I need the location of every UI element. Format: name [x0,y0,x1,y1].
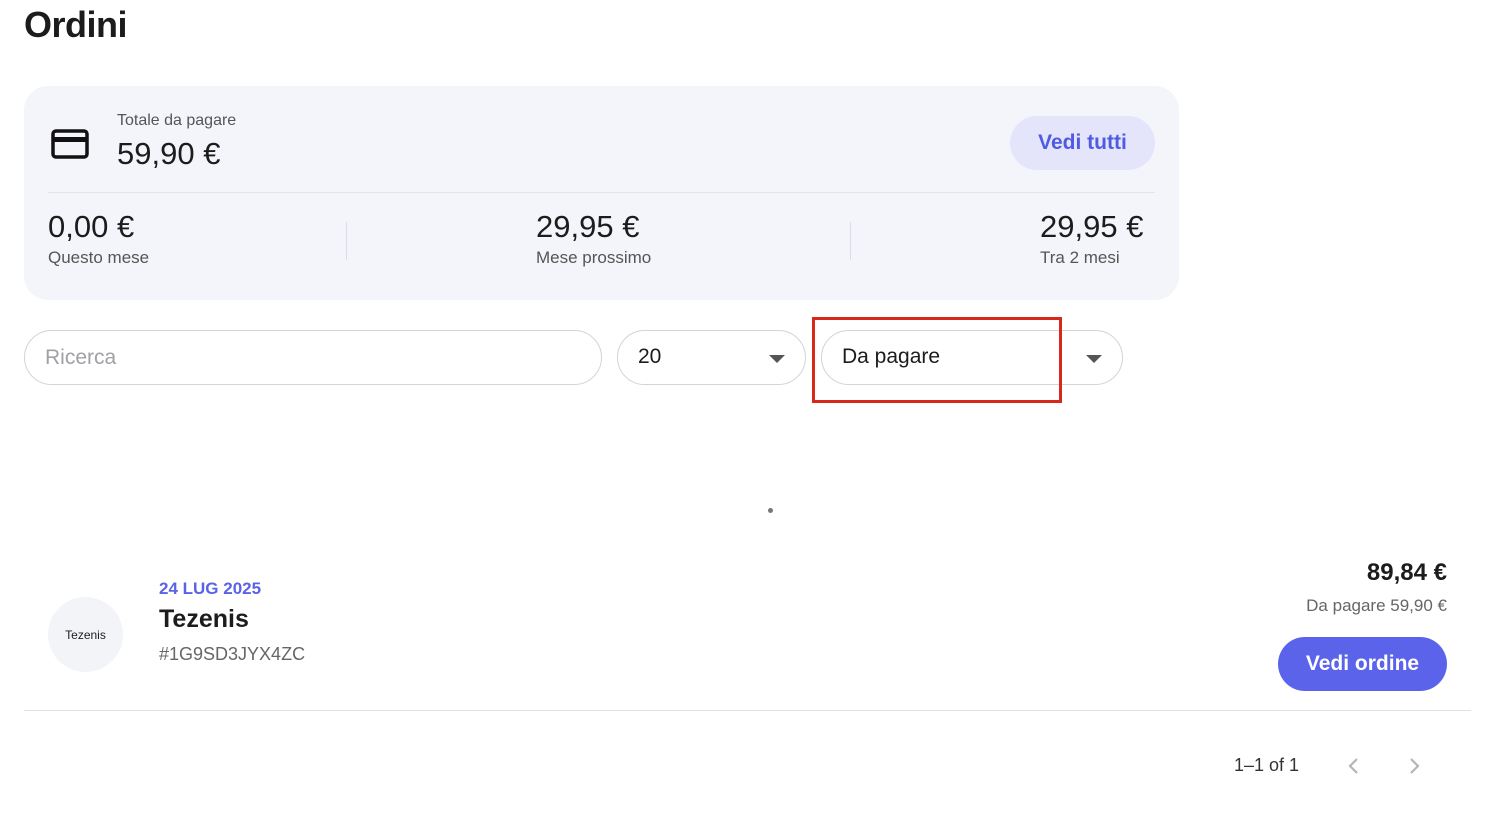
stat-next-month: 29,95 € Mese prossimo [536,209,652,268]
page-title: Ordini [24,4,128,45]
order-row: Tezenis 24 LUG 2025 Tezenis #1G9SD3JYX4Z… [24,545,1471,711]
stat-value: 29,95 € [536,209,640,244]
view-all-button[interactable]: Vedi tutti [1010,116,1155,170]
chevron-down-icon [1086,355,1102,363]
stat-value: 0,00 € [48,209,135,244]
stat-this-month: 0,00 € Questo mese [48,209,150,268]
chevron-left-icon [1348,758,1358,774]
order-date: 24 LUG 2025 [159,579,262,598]
order-id: #1G9SD3JYX4ZC [159,644,306,664]
card-divider [48,192,1155,193]
stat-in-two-months: 29,95 € Tra 2 mesi [1040,209,1144,268]
previous-page-button[interactable] [1341,753,1367,779]
order-amount-due: Da pagare 59,90 € [1306,596,1447,615]
page-size-value: 20 [638,345,662,368]
stat-separator [850,222,851,260]
order-merchant: Tezenis [159,605,249,633]
stat-label: Mese prossimo [536,248,652,268]
payment-summary-card: Totale da pagare 59,90 € Vedi tutti 0,00… [24,86,1179,300]
total-due-amount: 59,90 € [117,136,221,171]
merchant-logo: Tezenis [48,597,123,672]
stat-label: Tra 2 mesi [1040,248,1120,268]
loading-indicator [768,508,773,513]
page-size-select[interactable]: 20 [617,330,806,385]
pagination-range: 1–1 of 1 [1234,755,1300,775]
search-input[interactable] [24,330,602,385]
next-page-button[interactable] [1401,753,1427,779]
stat-separator [346,222,347,260]
chevron-right-icon [1410,758,1420,774]
view-order-button[interactable]: Vedi ordine [1278,637,1447,691]
total-due-label: Totale da pagare [117,112,237,129]
status-filter-select[interactable]: Da pagare [821,330,1123,385]
merchant-logo-text: Tezenis [65,627,106,642]
order-total: 89,84 € [1366,559,1447,586]
stat-value: 29,95 € [1040,209,1144,244]
status-filter-value: Da pagare [842,345,941,368]
chevron-down-icon [769,355,785,363]
stat-label: Questo mese [48,248,150,268]
credit-card-icon [51,129,89,159]
